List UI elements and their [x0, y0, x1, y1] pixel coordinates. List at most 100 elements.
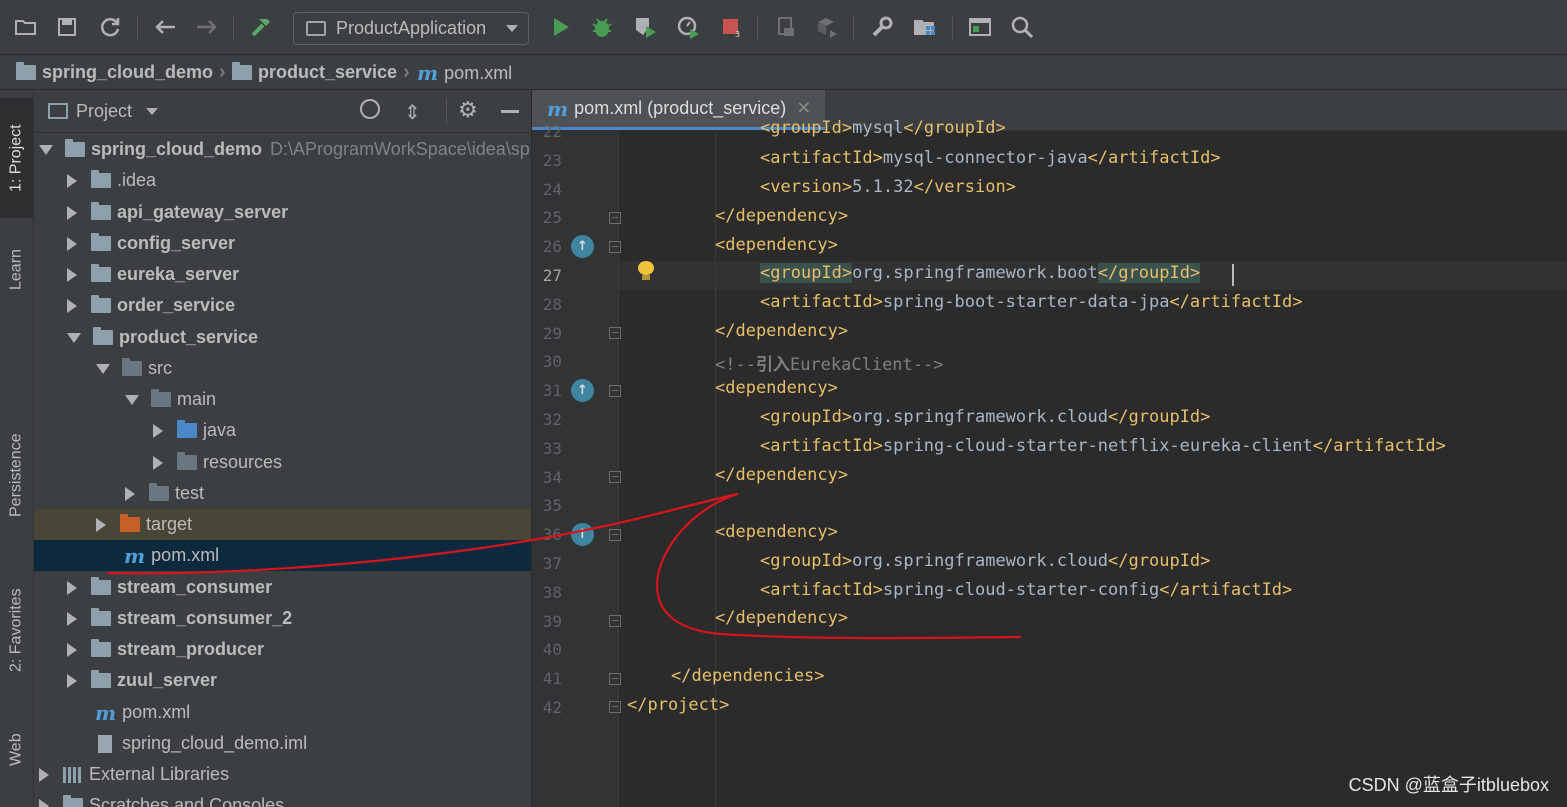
maven-dependency-marker-icon[interactable]: ↑ — [571, 235, 594, 258]
run-icon[interactable] — [547, 13, 575, 41]
expand-arrow-icon[interactable] — [67, 642, 77, 657]
forward-icon[interactable] — [193, 13, 221, 41]
run-configuration-label: ProductApplication — [336, 18, 487, 38]
expand-arrow-icon[interactable] — [153, 455, 163, 470]
tab-project[interactable]: 1: Project — [0, 98, 33, 218]
expand-arrow-icon[interactable] — [67, 580, 77, 595]
strip-tab-label: 1: Project — [7, 124, 25, 192]
code-editor[interactable]: <groupId>mysql</groupId> <artifactId>mys… — [619, 118, 1567, 807]
tree-item-stream-consumer[interactable]: stream_consumer — [34, 572, 531, 603]
expand-arrow-icon[interactable] — [39, 144, 53, 155]
back-icon[interactable] — [151, 13, 179, 41]
project-structure-icon[interactable] — [911, 13, 939, 41]
tree-item-idea[interactable]: .idea — [34, 165, 531, 196]
tree-item-root-pom[interactable]: m pom.xml — [34, 697, 531, 728]
fold-marker-icon[interactable] — [609, 701, 621, 713]
expand-arrow-icon[interactable] — [125, 394, 139, 405]
tree-item-product-service[interactable]: product_service — [34, 322, 531, 353]
tree-item-order-service[interactable]: order_service — [34, 290, 531, 321]
code-line-29: </dependency> — [715, 321, 849, 341]
toolbar-separator — [952, 15, 953, 41]
expand-arrow-icon[interactable] — [67, 611, 77, 626]
expand-arrow-icon[interactable] — [39, 798, 49, 807]
tree-item-zuul-server[interactable]: zuul_server — [34, 665, 531, 696]
breadcrumb-item-module[interactable]: product_service › — [232, 61, 416, 84]
expand-arrow-icon[interactable] — [67, 267, 77, 282]
project-view-title[interactable]: Project — [76, 101, 132, 122]
gear-icon[interactable]: ⚙ — [458, 97, 478, 123]
maven-dependency-marker-icon[interactable]: ↑ — [571, 523, 594, 546]
fold-marker-icon[interactable] — [609, 385, 621, 397]
tree-item-spring-cloud-demo[interactable]: spring_cloud_demo D:\AProgramWorkSpace\i… — [34, 134, 531, 165]
expand-arrow-icon[interactable] — [96, 517, 106, 532]
tree-item-test[interactable]: test — [34, 478, 531, 509]
expand-arrow-icon[interactable] — [125, 486, 135, 501]
profile-icon[interactable] — [674, 13, 702, 41]
expand-arrow-icon[interactable] — [96, 363, 110, 374]
tree-item-src[interactable]: src — [34, 353, 531, 384]
save-icon[interactable] — [53, 13, 81, 41]
tree-item-stream-consumer-2[interactable]: stream_consumer_2 — [34, 603, 531, 634]
open-folder-icon[interactable] — [12, 13, 40, 41]
search-icon[interactable] — [1008, 13, 1036, 41]
attach-icon[interactable] — [772, 13, 800, 41]
tab-learn[interactable]: Learn — [0, 230, 33, 310]
collapse-all-icon[interactable]: ⇕ — [404, 100, 421, 125]
tree-item-eureka-server[interactable]: eureka_server — [34, 259, 531, 290]
tree-item-stream-producer[interactable]: stream_producer — [34, 634, 531, 665]
breadcrumb-item-project[interactable]: spring_cloud_demo › — [16, 61, 232, 84]
tree-item-product-pom[interactable]: m pom.xml — [34, 540, 531, 571]
stop-icon[interactable]: 3 — [717, 13, 745, 41]
line-number: 33 — [542, 438, 562, 458]
tree-item-main[interactable]: main — [34, 384, 531, 415]
fold-marker-icon[interactable] — [609, 615, 621, 627]
maven-file-icon: m — [417, 61, 439, 85]
fold-marker-icon[interactable] — [609, 212, 621, 224]
breadcrumb-item-file[interactable]: m pom.xml — [417, 61, 512, 85]
maven-file-icon: m — [95, 700, 117, 725]
expand-arrow-icon[interactable] — [67, 298, 77, 313]
expand-arrow-icon[interactable] — [153, 423, 163, 438]
line-number: 37 — [542, 554, 562, 573]
run-configuration-select[interactable]: ProductApplication — [293, 12, 529, 45]
expand-arrow-icon[interactable] — [67, 173, 77, 188]
tab-web[interactable]: Web — [0, 715, 33, 785]
excluded-folder-icon — [120, 514, 140, 532]
fold-marker-icon[interactable] — [609, 471, 621, 483]
expand-arrow-icon[interactable] — [67, 332, 81, 343]
tree-item-scratches[interactable]: Scratches and Consoles — [34, 790, 531, 807]
fold-marker-icon[interactable] — [609, 673, 621, 685]
tree-item-external-libraries[interactable]: External Libraries — [34, 759, 531, 790]
tree-item-config-server[interactable]: config_server — [34, 228, 531, 259]
rebuild-icon[interactable] — [813, 13, 841, 41]
fold-marker-icon[interactable] — [609, 327, 621, 339]
terminal-icon[interactable] — [966, 13, 994, 41]
tree-item-api-gateway-server[interactable]: api_gateway_server — [34, 197, 531, 228]
debug-icon[interactable] — [588, 13, 616, 41]
maven-dependency-marker-icon[interactable]: ↑ — [571, 379, 594, 402]
line-number: 32 — [542, 410, 562, 429]
lightbulb-icon[interactable] — [638, 261, 654, 281]
build-hammer-icon[interactable] — [247, 13, 275, 41]
tree-item-java[interactable]: java — [34, 415, 531, 446]
expand-arrow-icon[interactable] — [67, 673, 77, 688]
tree-item-iml[interactable]: spring_cloud_demo.iml — [34, 728, 531, 759]
fold-marker-icon[interactable] — [609, 529, 621, 541]
locate-target-icon[interactable] — [360, 99, 380, 119]
tab-favorites[interactable]: 2: Favorites — [0, 568, 33, 692]
code-line-26: <dependency> — [715, 235, 838, 255]
fold-marker-icon[interactable] — [609, 241, 621, 253]
minimize-icon[interactable] — [501, 110, 519, 113]
close-icon[interactable]: ✕ — [796, 98, 811, 119]
tree-item-resources[interactable]: resources — [34, 447, 531, 478]
settings-wrench-icon[interactable] — [868, 13, 896, 41]
sync-icon[interactable] — [96, 13, 124, 41]
expand-arrow-icon[interactable] — [67, 236, 77, 251]
expand-arrow-icon[interactable] — [67, 205, 77, 220]
line-number: 39 — [542, 611, 562, 631]
coverage-icon[interactable] — [631, 13, 659, 41]
tab-persistence[interactable]: Persistence — [0, 410, 33, 540]
tree-item-target[interactable]: target — [34, 509, 531, 540]
chevron-down-icon[interactable] — [146, 107, 159, 115]
expand-arrow-icon[interactable] — [39, 767, 49, 782]
